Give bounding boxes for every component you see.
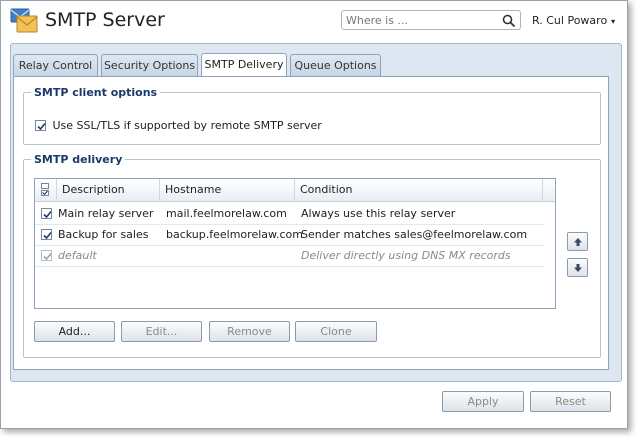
table-row[interactable]: Main relay server mail.feelmorelaw.com A… <box>35 203 544 225</box>
row-description: default <box>58 249 97 262</box>
group-legend: SMTP client options <box>34 86 158 99</box>
table-row-default[interactable]: default Deliver directly using DNS MX re… <box>35 245 544 267</box>
checkbox-column-icon <box>41 183 50 205</box>
title-bar: SMTP Server R. Cul Powaro▾ <box>1 1 627 41</box>
tab-label: Relay Control <box>18 59 93 72</box>
page-title: SMTP Server <box>45 9 165 31</box>
add-button[interactable]: Add... <box>34 321 115 342</box>
arrow-up-icon <box>574 238 582 246</box>
row-enabled-checkbox <box>41 250 52 261</box>
ssl-option[interactable]: Use SSL/TLS if supported by remote SMTP … <box>35 118 322 132</box>
column-header-condition[interactable]: Condition <box>295 179 543 201</box>
apply-button[interactable]: Apply <box>442 391 524 412</box>
user-name: R. Cul Powaro <box>532 14 608 27</box>
delivery-table: Description Hostname Condition Main rela… <box>34 178 556 309</box>
column-header-enabled[interactable] <box>35 179 57 201</box>
remove-button[interactable]: Remove <box>209 321 290 342</box>
tab-security-options[interactable]: Security Options <box>101 54 198 76</box>
move-up-button[interactable] <box>567 232 588 251</box>
row-description: Backup for sales <box>58 228 149 241</box>
ssl-checkbox[interactable] <box>35 119 46 131</box>
column-header-hostname[interactable]: Hostname <box>160 179 295 201</box>
move-down-button[interactable] <box>567 258 588 277</box>
row-hostname: mail.feelmorelaw.com <box>166 207 287 220</box>
tab-relay-control[interactable]: Relay Control <box>13 54 98 76</box>
row-condition: Sender matches sales@feelmorelaw.com <box>301 228 528 241</box>
reset-button[interactable]: Reset <box>530 391 611 412</box>
user-menu[interactable]: R. Cul Powaro ▾ <box>532 14 615 27</box>
chevron-down-icon: ▾ <box>611 17 616 26</box>
search-icon[interactable] <box>502 14 516 28</box>
group-legend: SMTP delivery <box>34 153 123 166</box>
tab-label: SMTP Delivery <box>204 58 284 71</box>
ssl-label: Use SSL/TLS if supported by remote SMTP … <box>52 118 322 132</box>
row-condition: Always use this relay server <box>301 207 456 220</box>
table-row[interactable]: Backup for sales backup.feelmorelaw.com … <box>35 224 544 246</box>
row-enabled-checkbox[interactable] <box>41 208 52 219</box>
table-header: Description Hostname Condition <box>35 179 555 202</box>
envelope-icon <box>9 7 39 35</box>
row-enabled-checkbox[interactable] <box>41 229 52 240</box>
tab-label: Queue Options <box>294 59 377 72</box>
arrow-down-icon <box>574 264 582 272</box>
search-box[interactable] <box>341 10 521 30</box>
tab-queue-options[interactable]: Queue Options <box>290 54 381 76</box>
tab-label: Security Options <box>103 59 196 72</box>
column-header-description[interactable]: Description <box>57 179 160 201</box>
tab-smtp-delivery[interactable]: SMTP Delivery <box>201 53 287 76</box>
search-input[interactable] <box>346 13 496 27</box>
column-header-filler <box>543 179 555 201</box>
row-hostname: backup.feelmorelaw.com <box>166 228 303 241</box>
smtp-client-options-group: SMTP client options Use SSL/TLS if suppo… <box>23 86 601 145</box>
clone-button[interactable]: Clone <box>295 321 377 342</box>
smtp-server-window: SMTP Server R. Cul Powaro▾ Relay Control… <box>0 0 628 429</box>
row-description: Main relay server <box>58 207 154 220</box>
row-condition: Deliver directly using DNS MX records <box>301 249 511 262</box>
edit-button[interactable]: Edit... <box>121 321 202 342</box>
